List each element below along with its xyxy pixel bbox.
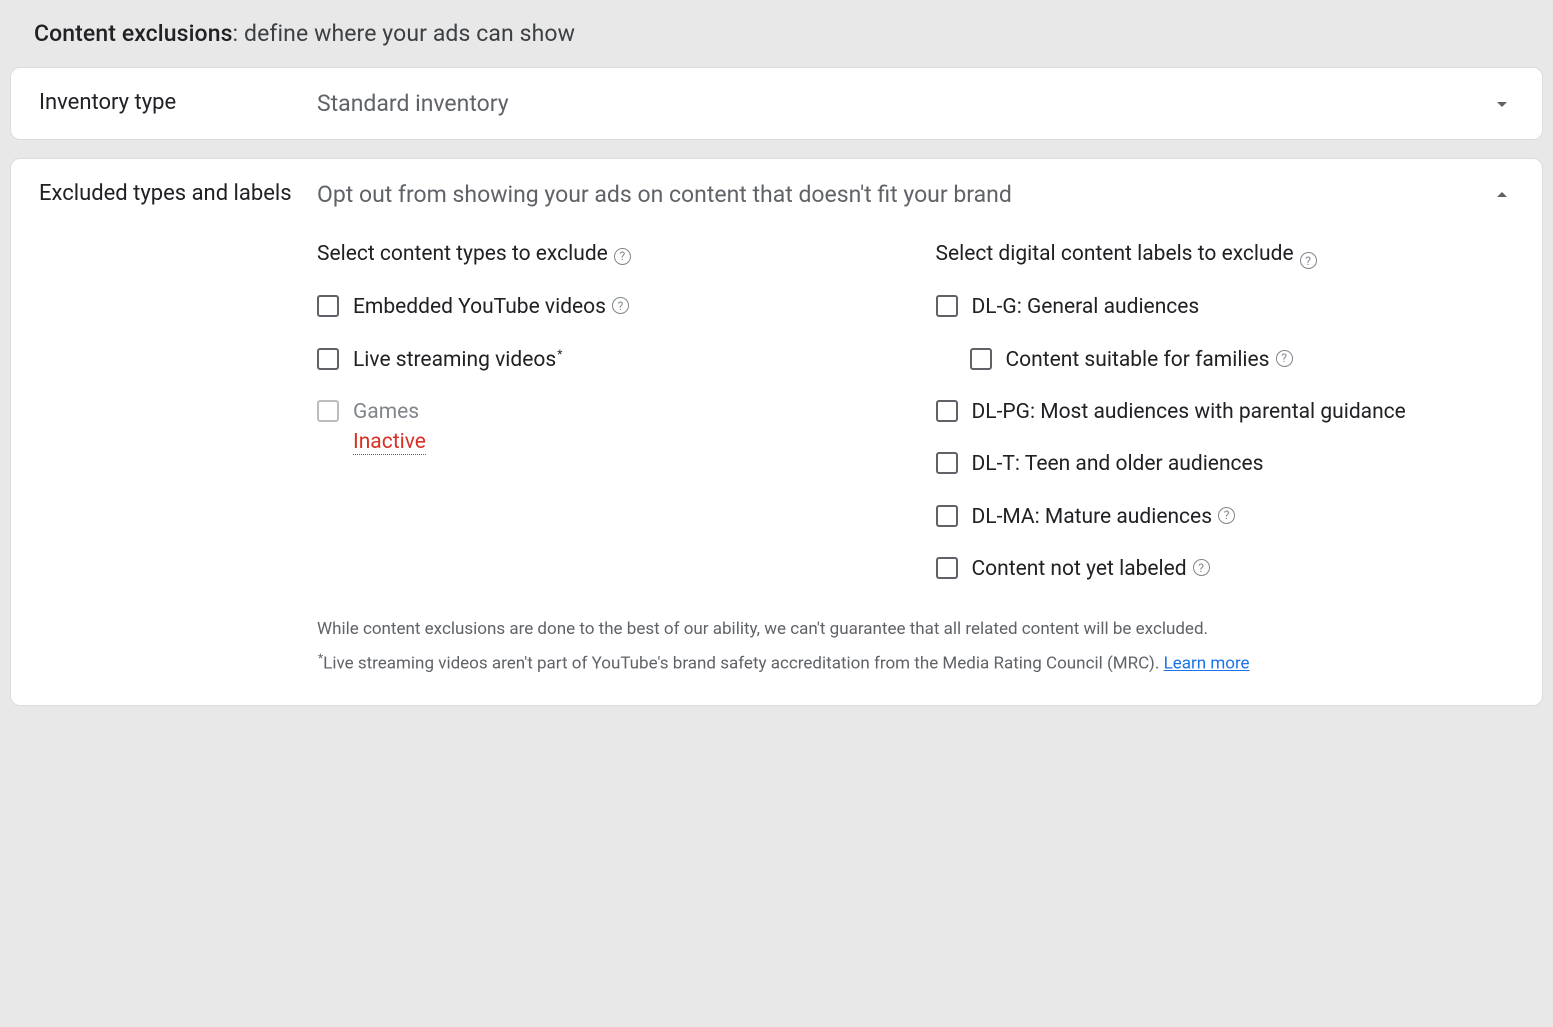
- help-icon[interactable]: ?: [1276, 350, 1293, 367]
- checkbox-label-text: Games: [353, 398, 426, 426]
- checkbox-input[interactable]: [936, 505, 958, 527]
- checkbox-input[interactable]: [317, 348, 339, 370]
- digital-labels-column: Select digital content labels to exclude…: [936, 240, 1515, 607]
- inventory-type-value: Standard inventory: [317, 90, 1478, 117]
- digital-labels-header-text: Select digital content labels to exclude: [936, 240, 1294, 269]
- content-types-header: Select content types to exclude ?: [317, 240, 896, 269]
- checkbox-label-text: Embedded YouTube videos: [353, 293, 606, 321]
- checkbox-label-text: DL-G: General audiences: [972, 293, 1200, 321]
- checkbox-input[interactable]: [936, 557, 958, 579]
- page-title-bold: Content exclusions: [34, 20, 233, 47]
- inventory-type-label: Inventory type: [39, 90, 317, 115]
- excluded-types-label: Excluded types and labels: [39, 181, 317, 206]
- checkbox-label-text: Live streaming videos*: [353, 346, 562, 374]
- checkbox-dl-pg: DL-PG: Most audiences with parental guid…: [936, 398, 1515, 426]
- excluded-types-card: Excluded types and labels Opt out from s…: [10, 158, 1543, 706]
- checkbox-label-text: DL-MA: Mature audiences: [972, 503, 1213, 531]
- digital-labels-header: Select digital content labels to exclude…: [936, 240, 1515, 269]
- checkbox-label-text: Content suitable for families: [1006, 346, 1270, 374]
- checkbox-games: Games Inactive: [317, 398, 896, 455]
- page-title-rest: : define where your ads can show: [233, 20, 575, 47]
- checkbox-live-streaming: Live streaming videos*: [317, 346, 896, 374]
- help-icon[interactable]: ?: [1300, 252, 1317, 269]
- content-types-header-text: Select content types to exclude: [317, 240, 608, 269]
- inventory-type-card: Inventory type Standard inventory: [10, 67, 1543, 140]
- help-icon[interactable]: ?: [1193, 559, 1210, 576]
- checkbox-dl-g: DL-G: General audiences: [936, 293, 1515, 321]
- checkbox-input[interactable]: [317, 295, 339, 317]
- checkbox-embedded-youtube: Embedded YouTube videos ?: [317, 293, 896, 321]
- help-icon[interactable]: ?: [612, 297, 629, 314]
- inventory-type-row[interactable]: Inventory type Standard inventory: [11, 68, 1542, 139]
- content-types-column: Select content types to exclude ? Embedd…: [317, 240, 896, 607]
- checkbox-input[interactable]: [970, 348, 992, 370]
- help-icon[interactable]: ?: [1218, 507, 1235, 524]
- checkbox-input[interactable]: [936, 295, 958, 317]
- chevron-up-icon[interactable]: [1490, 183, 1514, 207]
- footer-note-1: While content exclusions are done to the…: [317, 617, 1414, 643]
- footer-note-2: *Live streaming videos aren't part of Yo…: [317, 649, 1414, 677]
- inactive-status: Inactive: [353, 430, 426, 455]
- learn-more-link[interactable]: Learn more: [1164, 654, 1250, 674]
- page-header: Content exclusions: define where your ad…: [10, 10, 1543, 67]
- footer-note-2-text: Live streaming videos aren't part of You…: [323, 654, 1163, 674]
- checkbox-dl-t: DL-T: Teen and older audiences: [936, 450, 1515, 478]
- help-icon[interactable]: ?: [614, 248, 631, 265]
- checkbox-dl-ma: DL-MA: Mature audiences ?: [936, 503, 1515, 531]
- checkbox-families: Content suitable for families ?: [970, 346, 1515, 374]
- checkbox-input[interactable]: [936, 400, 958, 422]
- checkbox-input[interactable]: [936, 452, 958, 474]
- chevron-down-icon[interactable]: [1490, 92, 1514, 116]
- checkbox-label-text: DL-T: Teen and older audiences: [972, 450, 1264, 478]
- checkbox-input-disabled: [317, 400, 339, 422]
- checkbox-not-labeled: Content not yet labeled ?: [936, 555, 1515, 583]
- checkbox-label-text: DL-PG: Most audiences with parental guid…: [972, 398, 1406, 426]
- footer-notes: While content exclusions are done to the…: [317, 617, 1514, 677]
- excluded-types-description: Opt out from showing your ads on content…: [317, 181, 1478, 208]
- checkbox-label-text: Content not yet labeled: [972, 555, 1187, 583]
